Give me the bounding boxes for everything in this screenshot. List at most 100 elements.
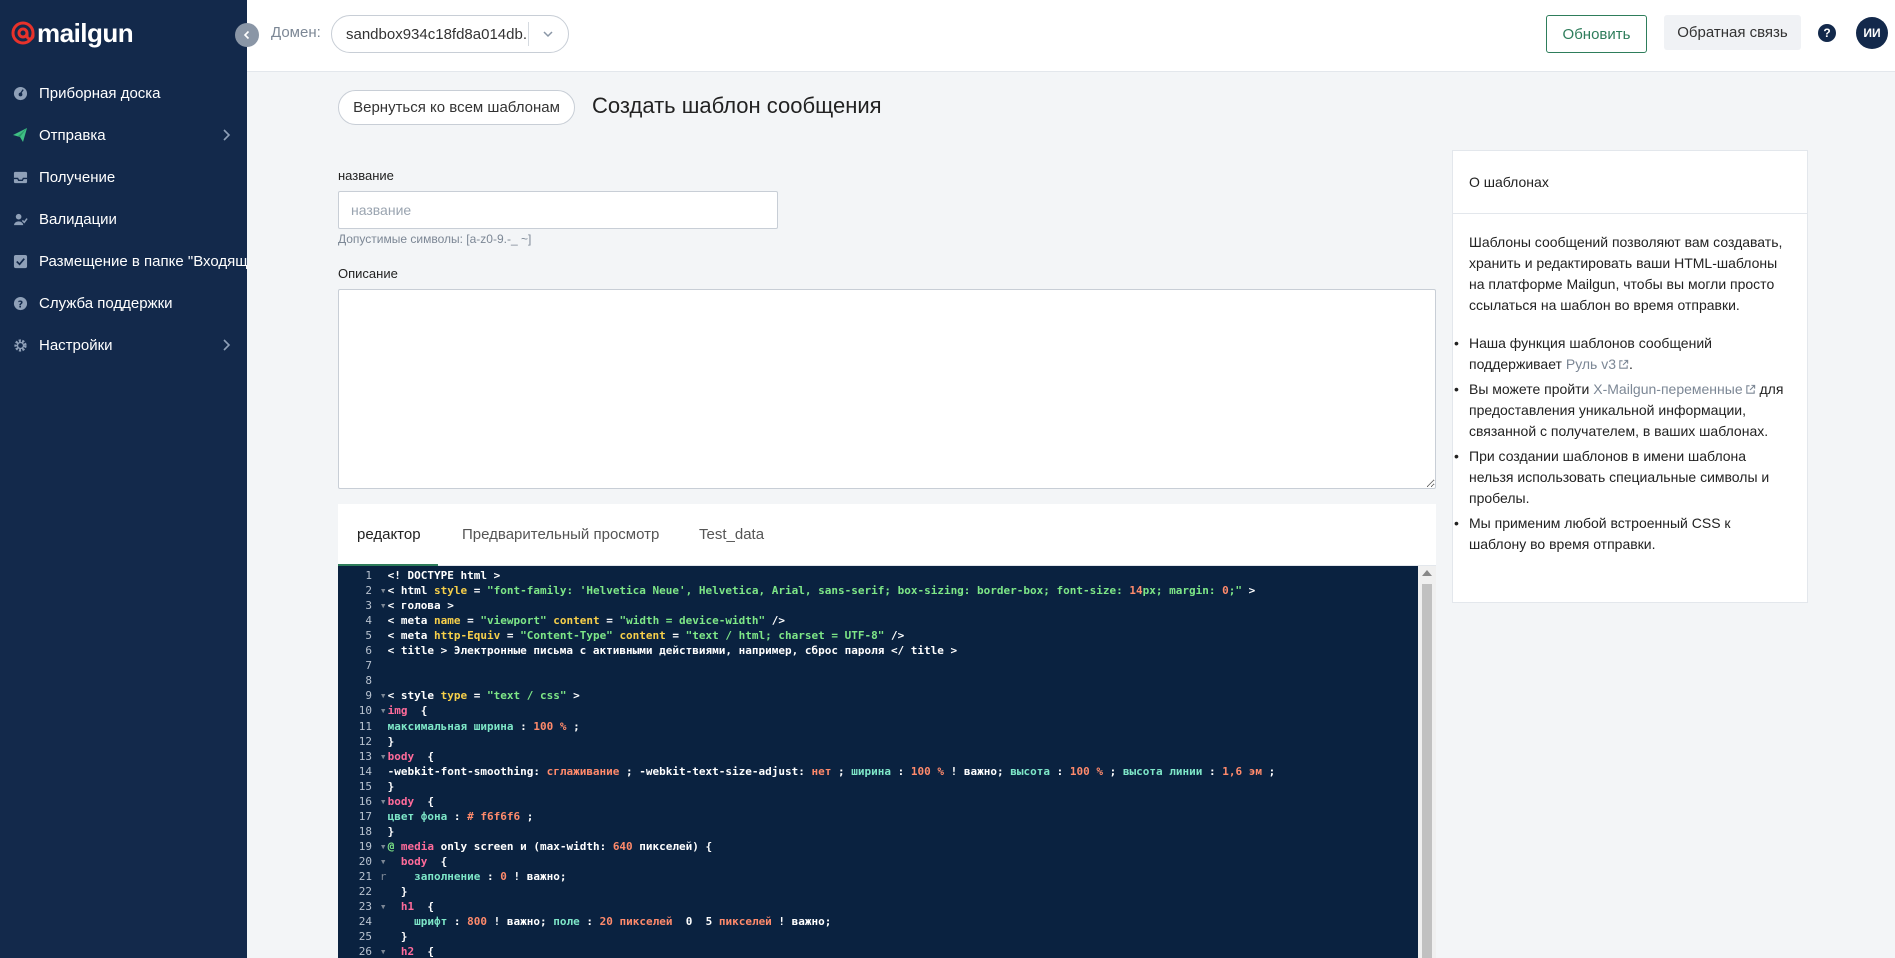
tab-preview[interactable]: Предварительный просмотр bbox=[462, 526, 659, 543]
update-button[interactable]: Обновить bbox=[1546, 15, 1647, 53]
description-textarea[interactable] bbox=[338, 289, 1436, 489]
feedback-button[interactable]: Обратная связь bbox=[1664, 15, 1801, 50]
help-circle-icon: ? bbox=[12, 295, 28, 311]
tab-test-data[interactable]: Test_data bbox=[699, 526, 764, 543]
about-templates-list: Наша функция шаблонов сообщений поддержи… bbox=[1454, 333, 1791, 555]
code-text: < meta http-Equiv = "Content-Type" conte… bbox=[387, 629, 905, 643]
list-item: При создании шаблонов в имени шаблона не… bbox=[1454, 446, 1791, 509]
sidebar-item-label: Служба поддержки bbox=[39, 294, 173, 312]
sidebar-item-label: Приборная доска bbox=[39, 84, 161, 102]
domain-select[interactable]: sandbox934c18fd8a014db... bbox=[331, 15, 569, 53]
code-line: 13 ▾body { bbox=[338, 749, 1418, 764]
chevron-left-icon bbox=[243, 30, 250, 40]
code-line: 15 } bbox=[338, 779, 1418, 794]
line-number: 4 bbox=[365, 614, 372, 628]
name-input[interactable] bbox=[338, 191, 778, 229]
sidebar-nav: Приборная доска Отправка Получение Валид… bbox=[0, 72, 247, 366]
sidebar-item-sending[interactable]: Отправка bbox=[0, 114, 247, 156]
line-number: 8 bbox=[365, 674, 372, 688]
line-number: 10 bbox=[358, 704, 372, 718]
sidebar-item-receiving[interactable]: Получение bbox=[0, 156, 247, 198]
sidebar-item-label: Отправка bbox=[39, 126, 106, 144]
code-line: 3 ▾< голова > bbox=[338, 598, 1418, 613]
mailgun-logo[interactable]: mailgun bbox=[11, 18, 134, 48]
fold-marker[interactable]: ▾ bbox=[379, 899, 388, 914]
sidebar-item-inbox-placement[interactable]: Размещение в папке "Входящие" bbox=[0, 240, 247, 282]
scroll-up-icon[interactable] bbox=[1422, 570, 1432, 576]
code-text: h1 { bbox=[400, 900, 434, 914]
bullet-text-end: . bbox=[1629, 356, 1633, 372]
svg-text:?: ? bbox=[17, 299, 22, 310]
editor-scrollbar[interactable] bbox=[1418, 566, 1436, 958]
handlebars-link[interactable]: Руль v3 bbox=[1566, 356, 1616, 372]
fold-marker[interactable]: ▾ bbox=[379, 703, 388, 718]
line-number: 18 bbox=[358, 824, 372, 838]
inbox-icon bbox=[12, 169, 28, 185]
line-number: 5 bbox=[365, 629, 372, 643]
back-to-templates-button[interactable]: Вернуться ко всем шаблонам bbox=[338, 90, 575, 125]
description-label: Описание bbox=[338, 266, 398, 281]
code-text: } bbox=[387, 824, 395, 838]
code-line: 22 } bbox=[338, 884, 1418, 899]
paper-plane-icon bbox=[12, 127, 28, 143]
line-number: 23 bbox=[358, 900, 372, 914]
line-number: 17 bbox=[358, 809, 372, 823]
tab-editor[interactable]: редактор bbox=[357, 526, 421, 543]
chevron-down-icon bbox=[529, 27, 567, 41]
fold-marker[interactable]: ▾ bbox=[379, 598, 388, 613]
line-number: 12 bbox=[358, 734, 372, 748]
line-number: 15 bbox=[358, 779, 372, 793]
domain-label: Домен: bbox=[271, 24, 321, 41]
code-line: 24 шрифт : 800 ! важно; поле : 20 пиксел… bbox=[338, 914, 1418, 929]
code-text: шрифт : 800 ! важно; поле : 20 пикселей … bbox=[414, 915, 832, 929]
fold-marker[interactable]: ▾ bbox=[379, 794, 388, 809]
code-text: body { bbox=[387, 794, 434, 808]
about-templates-panel: О шаблонах Шаблоны сообщений позволяют в… bbox=[1452, 150, 1808, 603]
fold-marker[interactable]: ▾ bbox=[379, 688, 388, 703]
code-line: 17 цвет фона : # f6f6f6 ; bbox=[338, 809, 1418, 824]
code-editor[interactable]: 1 <! DOCTYPE html >2 ▾< html style = "fo… bbox=[338, 566, 1436, 958]
scroll-thumb[interactable] bbox=[1422, 584, 1432, 958]
code-line: 12 } bbox=[338, 734, 1418, 749]
fold-marker[interactable]: ▾ bbox=[379, 839, 388, 854]
about-templates-title: О шаблонах bbox=[1453, 151, 1807, 214]
line-number: 9 bbox=[365, 689, 372, 703]
sidebar-collapse-button[interactable] bbox=[235, 23, 259, 47]
code-text: < голова > bbox=[387, 599, 454, 613]
code-line: 26 ▾ h2 { bbox=[338, 944, 1418, 958]
fold-marker[interactable]: ▾ bbox=[379, 854, 388, 869]
sidebar-item-dashboard[interactable]: Приборная доска bbox=[0, 72, 247, 114]
x-mailgun-variables-link[interactable]: X-Mailgun-переменные bbox=[1593, 381, 1742, 397]
code-line: 23 ▾ h1 { bbox=[338, 899, 1418, 914]
fold-marker[interactable]: ▾ bbox=[379, 749, 388, 764]
line-number: 14 bbox=[358, 764, 372, 778]
sidebar-item-support[interactable]: ? Служба поддержки bbox=[0, 282, 247, 324]
code-text: < html style = "font-family: 'Helvetica … bbox=[387, 584, 1256, 598]
code-text: body { bbox=[400, 854, 448, 868]
code-line: 18 } bbox=[338, 824, 1418, 839]
line-number: 13 bbox=[358, 749, 372, 763]
user-check-icon bbox=[12, 211, 28, 227]
avatar[interactable]: ИИ bbox=[1856, 17, 1888, 49]
code-text: цвет фона : # f6f6f6 ; bbox=[387, 809, 534, 823]
code-line: 14 -webkit-font-smoothing: сглаживание ;… bbox=[338, 764, 1418, 779]
line-number: 3 bbox=[365, 599, 372, 613]
code-line: 9 ▾< style type = "text / css" > bbox=[338, 688, 1418, 703]
code-text: @ media only screen и (max-width: 640 пи… bbox=[387, 839, 713, 853]
code-line: 5 < meta http-Equiv = "Content-Type" con… bbox=[338, 628, 1418, 643]
line-number: 7 bbox=[365, 659, 372, 673]
line-number: 1 bbox=[365, 569, 372, 582]
fold-marker[interactable]: ▾ bbox=[379, 583, 388, 598]
sidebar-item-settings[interactable]: Настройки bbox=[0, 324, 247, 366]
code-text: < style type = "text / css" > bbox=[387, 689, 580, 703]
fold-marker[interactable]: ▾ bbox=[379, 944, 388, 958]
sidebar-item-validations[interactable]: Валидации bbox=[0, 198, 247, 240]
help-icon[interactable]: ? bbox=[1818, 24, 1836, 42]
list-item: Вы можете пройти X-Mailgun-переменные дл… bbox=[1454, 379, 1791, 442]
code-text: < meta name = "viewport" content = "widt… bbox=[387, 614, 786, 628]
fold-marker[interactable]: r bbox=[379, 869, 388, 884]
code-text: body { bbox=[387, 749, 434, 763]
mailgun-logo-icon bbox=[11, 21, 35, 45]
sidebar: mailgun Приборная доска Отправка Получен… bbox=[0, 0, 247, 958]
gear-icon bbox=[12, 337, 28, 353]
